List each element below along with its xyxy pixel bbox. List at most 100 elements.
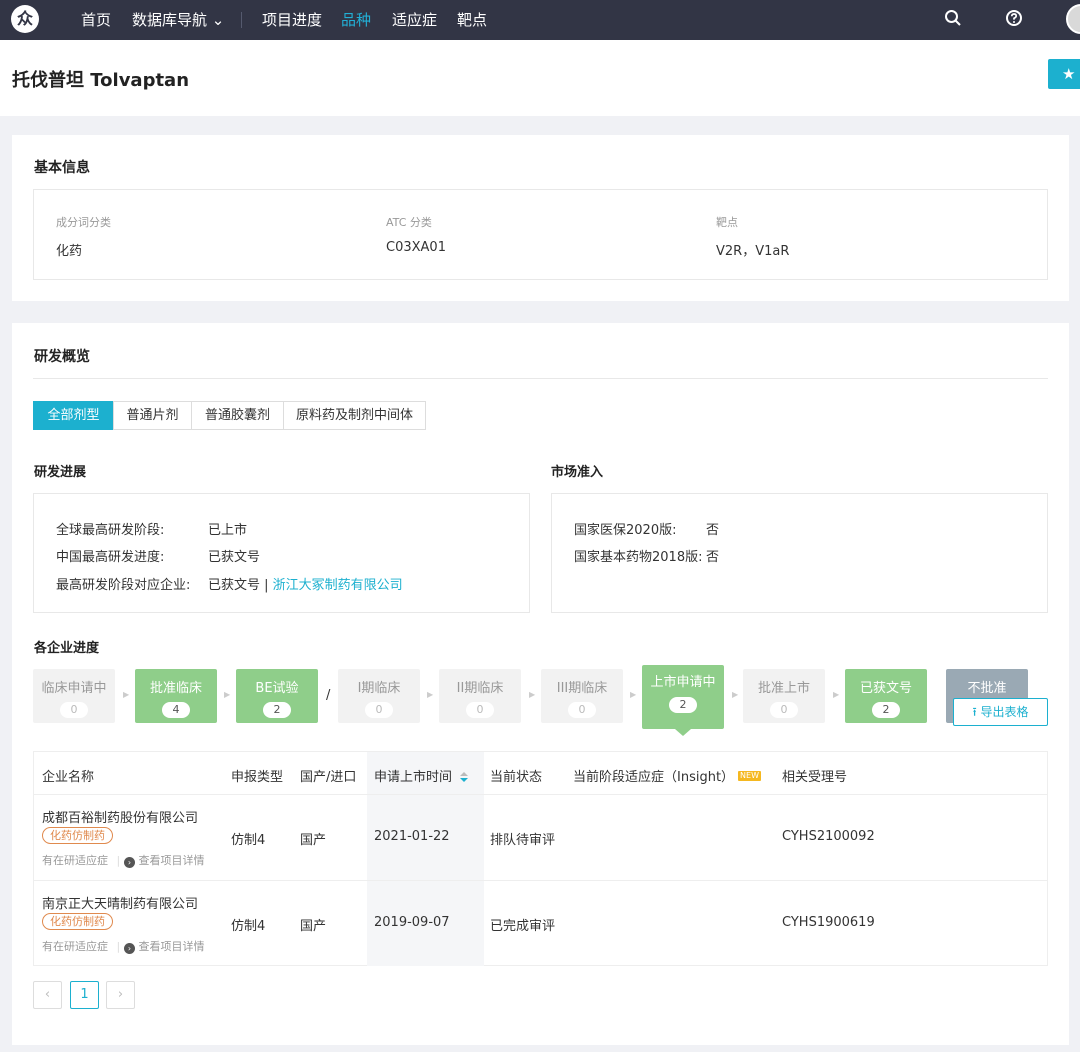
market-access-title: 市场准入 [551,465,604,480]
drug-type-tag: 化药仿制药 [42,827,113,844]
stage-phase-2[interactable]: II期临床 0 [439,669,521,723]
indication-link[interactable]: 有在研适应症 | [42,938,125,954]
col-origin: 国产/进口 [300,770,357,785]
application-type: 仿制4 [231,919,266,934]
tab-api-intermediates[interactable]: 原料药及制剂中间体 [283,401,426,430]
stage-count: 2 [872,702,900,718]
nav-project-progress[interactable]: 项目进度 [262,9,322,30]
stage-slash: / [326,688,331,703]
col-company: 企业名称 [42,770,95,785]
stage-label: 临床申请中 [41,681,107,696]
nav-target[interactable]: 靶点 [457,9,487,30]
arrow-icon: ▶ [224,690,231,699]
search-icon[interactable] [944,9,962,27]
nrdl-label: 国家医保2020版: [574,523,677,538]
col-acceptance-no: 相关受理号 [782,770,848,785]
stage-marketing-application[interactable]: 上市申请中 2 [642,665,724,729]
tab-all-forms[interactable]: 全部剂型 [33,401,114,430]
pagination-next-button[interactable]: › [106,981,135,1009]
stage-label: I期临床 [357,681,401,696]
arrow-icon: ▶ [732,690,739,699]
nrdl-value: 否 [706,523,720,538]
col-date-label: 申请上市时间 [374,770,453,785]
company-link[interactable]: 南京正大天晴制药有限公司 [42,893,198,912]
col-status: 当前状态 [490,770,543,785]
stage-marketing-approved[interactable]: 批准上市 0 [743,669,825,723]
star-icon: ★ [1062,65,1076,83]
stage-count: 0 [466,702,494,718]
pagination-page-1[interactable]: 1 [70,981,99,1009]
target-value: V2R，V1aR [716,244,790,259]
nav-divider [241,12,242,28]
stage-phase-1[interactable]: I期临床 0 [338,669,420,723]
project-detail-link[interactable]: › 查看项目详情 [124,938,205,954]
stage-count: 0 [365,702,393,718]
company-table: 企业名称 申报类型 国产/进口 申请上市时间 当前状态 当前阶段适应症（Insi… [33,751,1048,966]
atc-class-value: C03XA01 [386,240,446,255]
stage-label: 批准上市 [757,681,810,696]
col-indication-label: 当前阶段适应症（Insight） [573,770,735,785]
selected-stage-pointer [675,729,691,736]
export-table-button[interactable]: ⭱ 导出表格 [953,698,1048,726]
acceptance-no-link[interactable]: CYHS2100092 [782,829,875,844]
col-indication: 当前阶段适应症（Insight） NEW [573,766,761,785]
company-link[interactable]: 成都百裕制药股份有限公司 [42,807,198,826]
col-date-sortable[interactable]: 申请上市时间 [374,766,469,785]
ingredient-class-value: 化药 [56,244,83,259]
essential-drug-value: 否 [706,550,720,565]
origin: 国产 [300,919,327,934]
stage-phase-3[interactable]: III期临床 0 [541,669,623,723]
top-company-status: 已获文号 | [208,578,273,593]
stage-label: II期临床 [456,681,504,696]
page-header: 托伐普坦 Tolvaptan ★ [0,40,1080,116]
origin: 国产 [300,833,327,848]
rd-progress-title: 研发进展 [34,465,87,480]
pagination-prev-button[interactable]: ‹ [33,981,62,1009]
divider [33,378,1048,379]
tab-tablets[interactable]: 普通片剂 [113,401,192,430]
basic-info-box [33,189,1048,280]
stage-count: 2 [263,702,291,718]
ingredient-class-label: 成分词分类 [56,216,111,229]
indication-link-label: 有在研适应症 [42,940,108,953]
nav-drug-variety[interactable]: 品种 [341,9,371,30]
stage-count: 0 [60,702,88,718]
drug-type-tag: 化药仿制药 [42,913,113,930]
stage-license-obtained[interactable]: 已获文号 2 [845,669,927,723]
top-company-label: 最高研发阶段对应企业: [56,578,191,593]
top-company-link[interactable]: 浙江大冢制药有限公司 [273,578,403,593]
nav-home[interactable]: 首页 [81,9,111,30]
overview-title: 研发概览 [34,349,90,365]
project-detail-link[interactable]: › 查看项目详情 [124,852,205,868]
stage-label: 不批准 [967,681,1007,696]
user-avatar[interactable] [1066,4,1080,34]
basic-info-title: 基本信息 [34,160,90,176]
stage-clinical-approved[interactable]: 批准临床 4 [135,669,217,723]
stage-label: BE试验 [255,681,299,696]
company-progress-title: 各企业进度 [34,641,100,656]
indication-link[interactable]: 有在研适应症 | [42,852,125,868]
nav-database-menu[interactable]: 数据库导航 ⌄ [132,9,224,30]
new-badge: NEW [738,771,761,781]
logo-icon[interactable]: 众 [11,5,39,33]
arrow-right-icon: › [124,857,135,868]
target-label: 靶点 [716,216,738,229]
favorite-button[interactable]: ★ [1048,59,1080,89]
acceptance-no-link[interactable]: CYHS1900619 [782,915,875,930]
stage-be-trial[interactable]: BE试验 2 [236,669,318,723]
china-stage-value: 已获文号 [208,550,261,565]
stage-count: 4 [162,702,190,718]
help-icon[interactable] [1005,9,1023,27]
stage-clinical-application[interactable]: 临床申请中 0 [33,669,115,723]
tab-capsules[interactable]: 普通胶囊剂 [191,401,284,430]
sort-icon[interactable] [460,772,469,782]
arrow-right-icon: › [124,943,135,954]
application-type: 仿制4 [231,833,266,848]
china-stage-label: 中国最高研发进度: [56,550,165,565]
stage-label: III期临床 [556,681,608,696]
top-navbar: 众 首页 数据库导航 ⌄ 项目进度 品种 适应症 靶点 [0,0,1080,40]
row-divider [34,880,1048,881]
global-stage-value: 已上市 [208,523,248,538]
nav-indication[interactable]: 适应症 [392,9,437,30]
current-status: 已完成审评 [490,919,556,934]
